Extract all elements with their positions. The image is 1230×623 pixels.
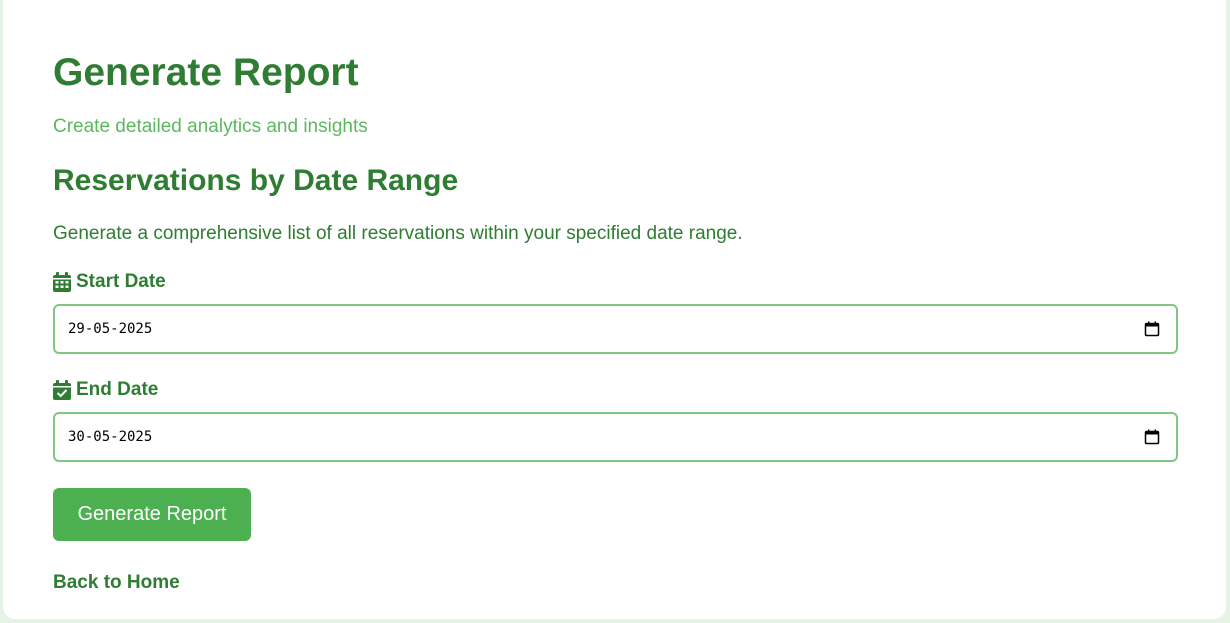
start-date-value[interactable]: 29-05-2025 <box>68 320 152 338</box>
calendar-picker-icon[interactable] <box>1144 321 1160 337</box>
end-date-input[interactable]: 30-05-2025 <box>53 412 1178 462</box>
page-title: Generate Report <box>53 51 359 94</box>
start-date-input[interactable]: 29-05-2025 <box>53 304 1178 354</box>
page-subtitle: Create detailed analytics and insights <box>53 116 368 137</box>
start-date-label: Start Date <box>53 271 166 293</box>
start-date-label-text: Start Date <box>76 271 166 292</box>
report-card: Generate Report Create detailed analytic… <box>3 0 1226 619</box>
end-date-value[interactable]: 30-05-2025 <box>68 428 152 446</box>
back-to-home-link[interactable]: Back to Home <box>53 572 180 594</box>
section-description: Generate a comprehensive list of all res… <box>53 223 743 244</box>
section-title: Reservations by Date Range <box>53 164 459 197</box>
end-date-label-text: End Date <box>76 379 159 400</box>
end-date-label: End Date <box>53 379 158 401</box>
calendar-icon <box>53 272 71 292</box>
calendar-check-icon <box>53 380 71 400</box>
calendar-picker-icon[interactable] <box>1144 429 1160 445</box>
generate-report-button[interactable]: Generate Report <box>53 488 251 541</box>
